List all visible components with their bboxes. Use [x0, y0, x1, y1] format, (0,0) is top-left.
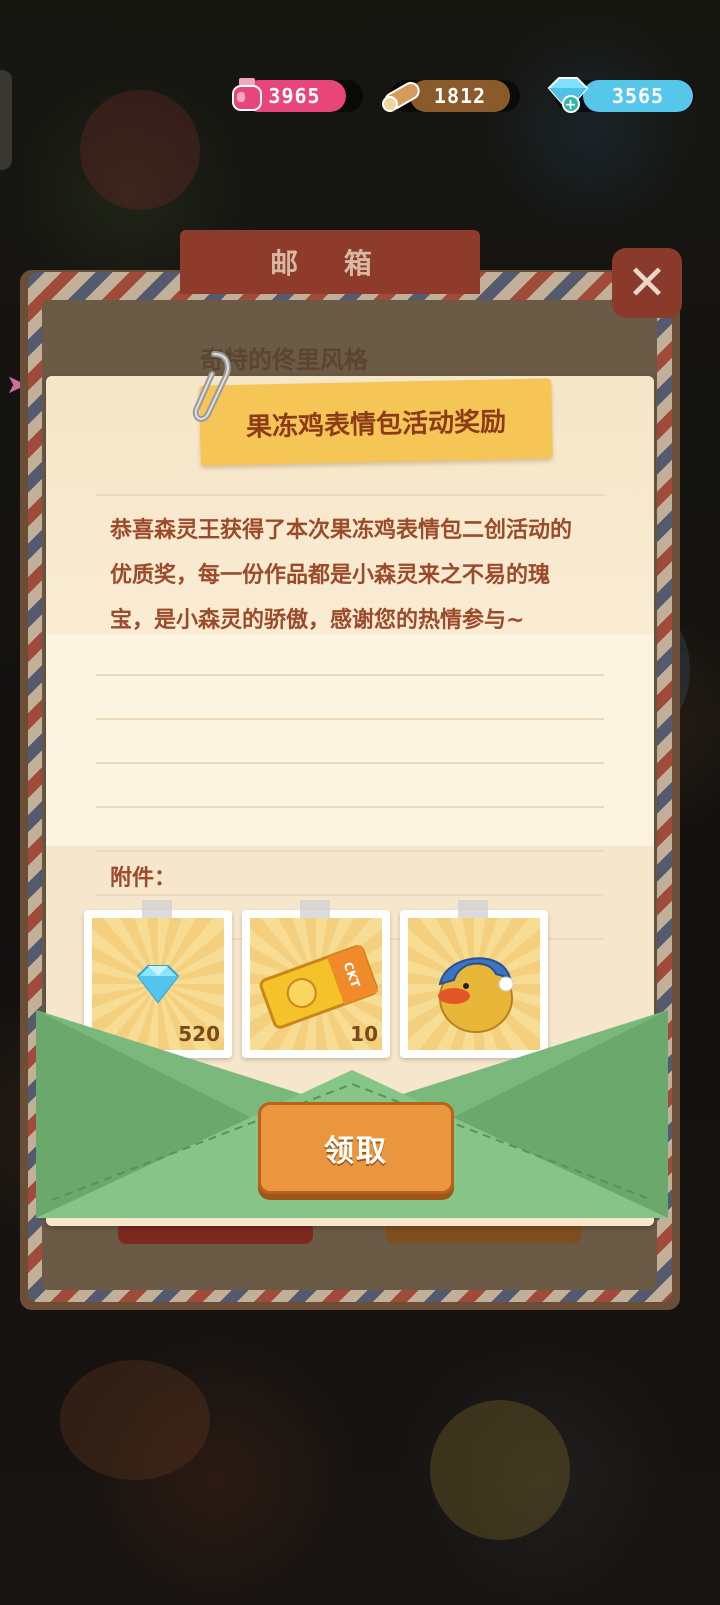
tape-decoration	[458, 900, 488, 920]
gem-resource[interactable]: + 3565	[547, 77, 695, 113]
ruled-line	[96, 718, 604, 720]
letter-body: 恭喜森灵王获得了本次果冻鸡表情包二创活动的优质奖，每一份作品都是小森灵来之不易的…	[110, 518, 573, 633]
letter-title-ribbon: 果冻鸡表情包活动奖励	[199, 378, 553, 466]
ruled-line	[96, 850, 604, 852]
ruled-line	[96, 894, 604, 896]
close-icon[interactable]: ✕	[627, 255, 667, 311]
paperclip-icon	[192, 351, 231, 422]
ruled-line	[96, 674, 604, 676]
ruled-line	[96, 494, 604, 496]
ruled-line	[96, 762, 604, 764]
mailbox-title: 邮 箱	[180, 230, 480, 294]
close-button[interactable]: ✕	[612, 248, 682, 318]
ruled-line	[96, 806, 604, 808]
tape-decoration	[142, 900, 172, 920]
letter-title: 果冻鸡表情包活动奖励	[245, 406, 507, 443]
claim-button-label: 领取	[324, 1134, 388, 1169]
tape-decoration	[300, 900, 330, 920]
ink-resource: 3965	[232, 78, 363, 112]
diamond-plus-icon[interactable]: +	[543, 74, 591, 114]
svg-text:+: +	[565, 97, 578, 113]
gem-count: 3565	[583, 80, 693, 112]
ink-bottle-icon	[232, 78, 262, 111]
claim-button[interactable]: 领取	[258, 1102, 454, 1194]
side-panel-handle[interactable]	[0, 70, 12, 170]
attachments-label: 附件：	[110, 866, 177, 891]
wood-log-icon	[382, 82, 420, 112]
wood-resource: 1812	[382, 80, 520, 112]
